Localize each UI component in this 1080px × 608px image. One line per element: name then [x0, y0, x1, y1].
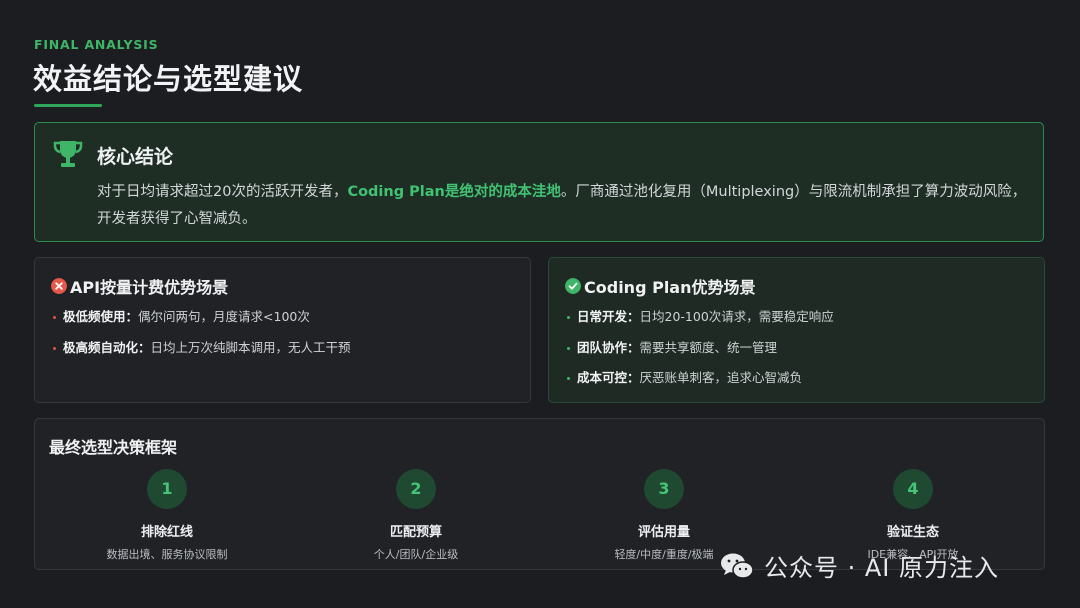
list-item: 团队协作：需要共享额度、统一管理: [567, 339, 834, 370]
api-card-title-text: API按量计费优势场景: [70, 278, 229, 297]
x-circle-icon: [51, 278, 67, 294]
api-card-title: API按量计费优势场景: [51, 274, 228, 298]
list-item-value: 需要共享额度、统一管理: [639, 339, 778, 355]
list-item: 成本可控：厌恶账单刺客，追求心智减负: [567, 369, 834, 400]
wechat-icon: [721, 553, 754, 579]
list-item-key: 日常开发：: [577, 309, 640, 324]
wechat-watermark: 公众号 · AI 原力注入: [720, 548, 999, 583]
step-number-badge: 2: [396, 469, 436, 509]
list-item-value: 日均上万次纯脚本调用，无人工干预: [150, 339, 351, 355]
step-name: 评估用量: [637, 525, 690, 540]
core-text-highlight: Coding Plan是绝对的成本洼地: [347, 184, 561, 200]
page-title: 效益结论与选型建议: [33, 62, 304, 96]
list-item-key: 极高频自动化：: [63, 339, 151, 355]
cp-card-title-text: Coding Plan优势场景: [584, 278, 756, 297]
step-description: 数据出境、服务协议限制: [106, 548, 228, 561]
list-item: 日常开发：日均20-100次请求，需要稳定响应: [567, 308, 834, 339]
api-scenario-card: API按量计费优势场景 极低频使用：偶尔问两句，月度请求<100次 极高频自动化…: [34, 257, 531, 403]
list-item-value: 偶尔问两句，月度请求<100次: [138, 309, 310, 324]
section-eyebrow: FINAL ANALYSIS: [34, 37, 159, 52]
step-name: 匹配预算: [389, 525, 442, 540]
list-item: 极低频使用：偶尔问两句，月度请求<100次: [53, 308, 351, 339]
core-text: 对于日均请求超过20次的活跃开发者，Coding Plan是绝对的成本洼地。厂商…: [97, 179, 1027, 233]
framework-step: 1 排除红线 数据出境、服务协议限制: [67, 469, 267, 562]
bullet-dot: [567, 346, 570, 350]
list-item-key: 团队协作：: [577, 339, 640, 355]
step-name: 排除红线: [140, 525, 193, 540]
bullet-dot: [567, 377, 570, 380]
bullet-dot: [53, 316, 56, 319]
coding-plan-scenario-card: Coding Plan优势场景 日常开发：日均20-100次请求，需要稳定响应 …: [548, 257, 1045, 403]
list-item-key: 成本可控：: [577, 370, 640, 385]
api-scenario-list: 极低频使用：偶尔问两句，月度请求<100次 极高频自动化：日均上万次纯脚本调用，…: [53, 308, 351, 369]
list-item-value: 日均20-100次请求，需要稳定响应: [639, 309, 834, 324]
step-description: 个人/团队/企业级: [373, 548, 459, 561]
cp-scenario-list: 日常开发：日均20-100次请求，需要稳定响应 团队协作：需要共享额度、统一管理…: [567, 308, 834, 400]
list-item-key: 极低频使用：: [63, 309, 139, 324]
step-number-badge: 3: [644, 469, 684, 509]
step-name: 验证生态: [886, 525, 939, 540]
list-item-value: 厌恶账单刺客，追求心智减负: [639, 370, 803, 385]
trophy-icon: [53, 141, 83, 167]
framework-step: 2 匹配预算 个人/团队/企业级: [316, 469, 516, 562]
cp-card-title: Coding Plan优势场景: [565, 274, 756, 298]
step-number-badge: 4: [893, 469, 933, 509]
check-circle-icon: [565, 278, 581, 294]
title-underline: [34, 104, 102, 107]
bullet-dot: [53, 346, 56, 350]
bullet-dot: [567, 316, 570, 319]
core-heading: 核心结论: [97, 146, 174, 168]
list-item: 极高频自动化：日均上万次纯脚本调用，无人工干预: [53, 339, 351, 370]
framework-title: 最终选型决策框架: [49, 438, 178, 457]
step-number-badge: 1: [147, 469, 187, 509]
watermark-text: 公众号 · AI 原力注入: [764, 554, 1000, 582]
core-conclusion-panel: 核心结论 对于日均请求超过20次的活跃开发者，Coding Plan是绝对的成本…: [34, 122, 1044, 242]
core-text-before: 对于日均请求超过20次的活跃开发者，: [97, 184, 348, 200]
